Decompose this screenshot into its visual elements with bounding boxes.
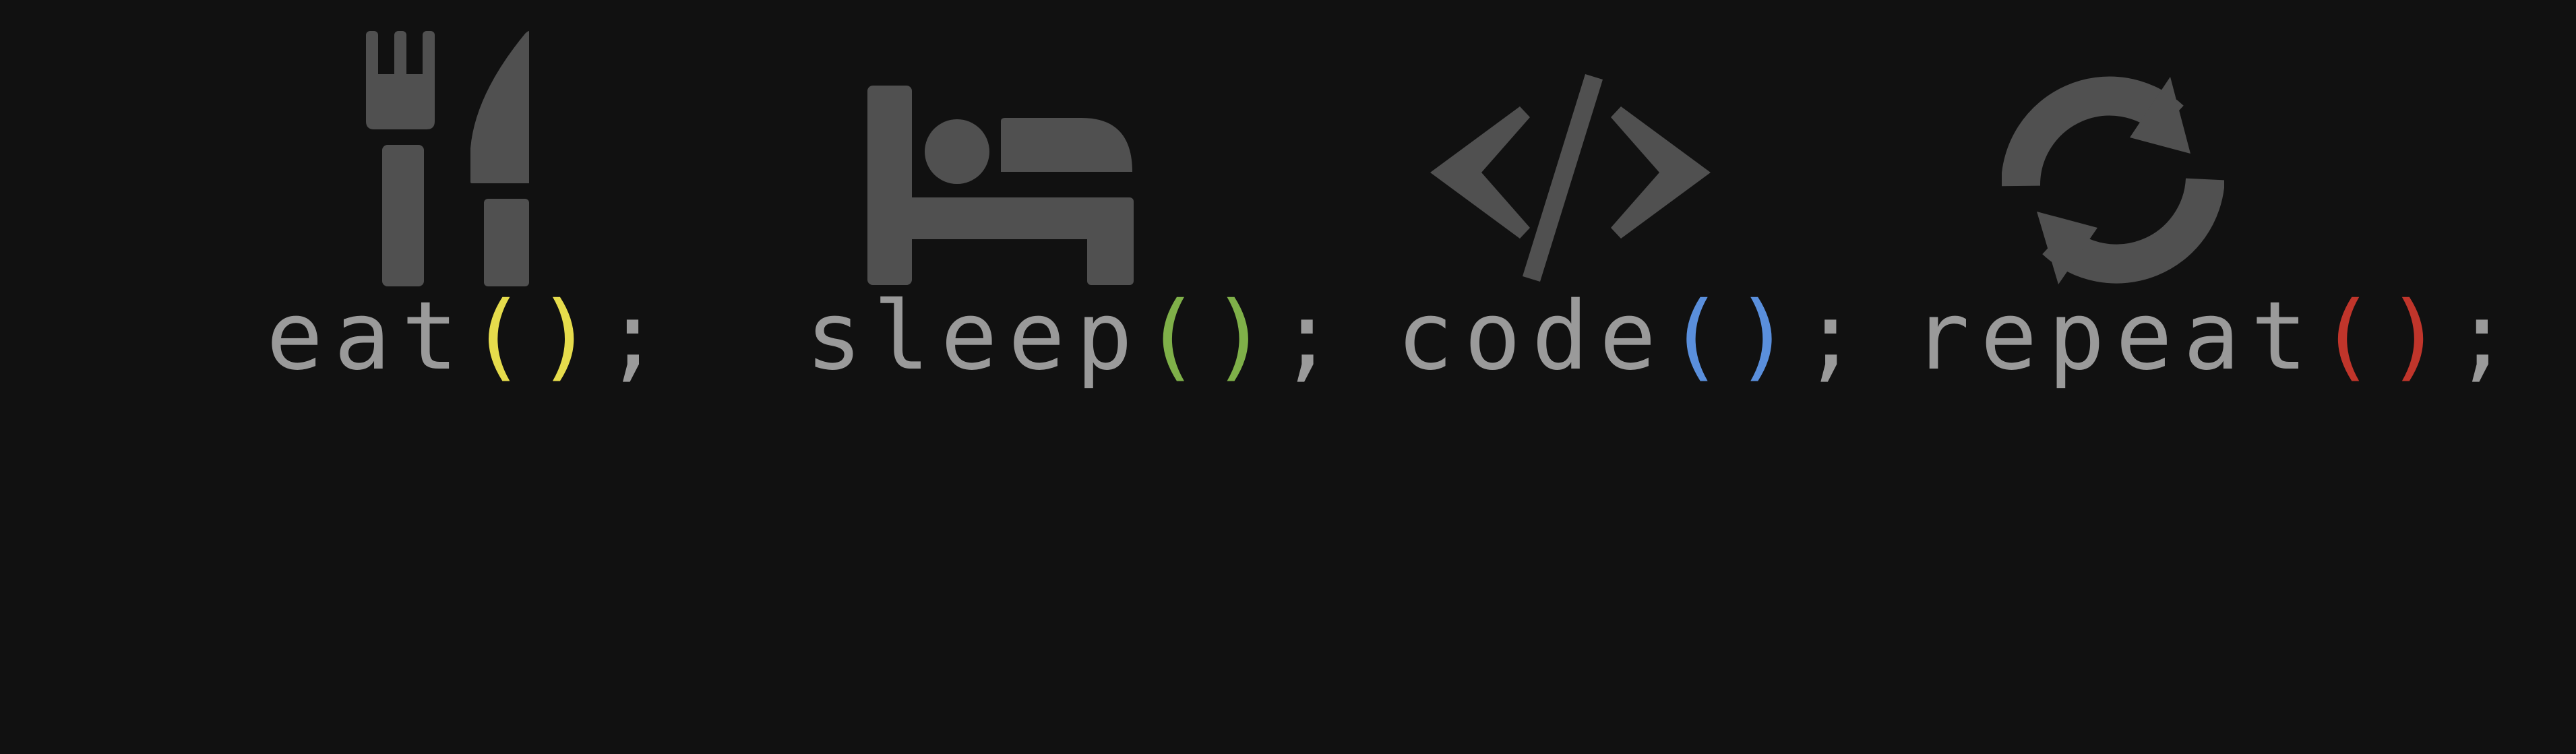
open-paren: ( — [2318, 282, 2387, 391]
open-paren: ( — [1143, 282, 1211, 391]
semicolon: ; — [1802, 282, 1870, 391]
semicolon: ; — [2453, 282, 2521, 391]
open-paren: ( — [1667, 282, 1735, 391]
function-name: repeat — [1913, 282, 2319, 391]
code-label: code(); — [1397, 270, 1870, 404]
semicolon: ; — [1279, 282, 1347, 391]
close-paren: ) — [1210, 282, 1279, 391]
sleep-label: sleep(); — [805, 270, 1346, 404]
function-name: sleep — [805, 282, 1144, 391]
close-paren: ) — [2386, 282, 2454, 391]
repeat-label: repeat(); — [1913, 270, 2521, 404]
fork-knife-icon — [361, 27, 536, 290]
function-name: code — [1397, 282, 1667, 391]
bed-icon — [866, 84, 1136, 286]
open-paren: ( — [468, 282, 537, 391]
code-brackets-icon — [1429, 73, 1712, 288]
close-paren: ) — [1734, 282, 1802, 391]
semicolon: ; — [604, 282, 672, 391]
refresh-cycle-icon — [2002, 73, 2224, 288]
function-name: eat — [266, 282, 469, 391]
wallpaper-background: eat(); sleep(); code(); repeat(); — [0, 0, 2576, 754]
eat-label: eat(); — [266, 270, 672, 404]
close-paren: ) — [536, 282, 605, 391]
